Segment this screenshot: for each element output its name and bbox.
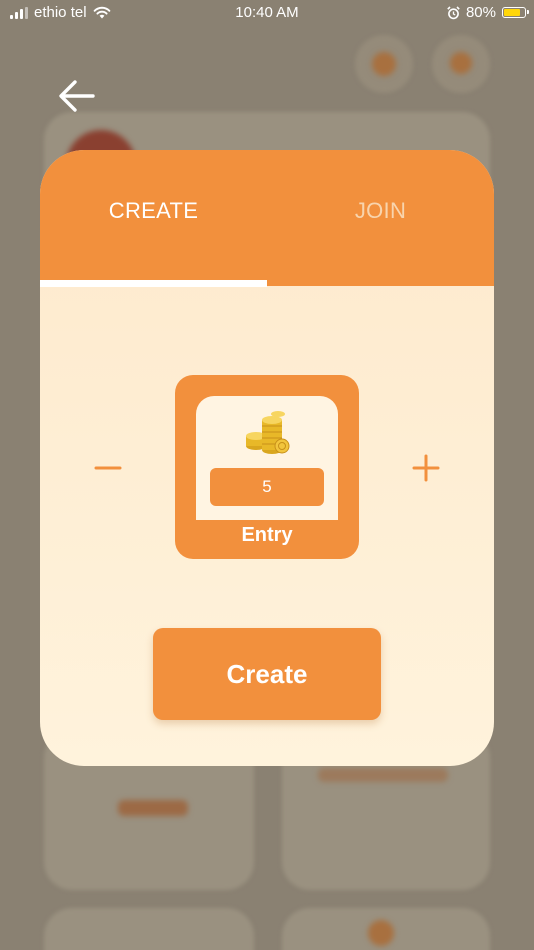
tab-create[interactable]: CREATE: [40, 150, 267, 286]
tab-join[interactable]: JOIN: [267, 150, 494, 286]
entry-value: 5: [210, 468, 324, 506]
background-bar: [118, 800, 188, 816]
background-dot: [450, 52, 472, 74]
entry-card-inner: 5: [196, 396, 338, 520]
gold-coins-icon: [246, 411, 290, 454]
background-dot: [368, 920, 394, 946]
background-bar: [318, 768, 448, 782]
back-button[interactable]: [55, 74, 99, 118]
battery-percent: 80%: [465, 4, 496, 21]
entry-card: 5 Entry: [175, 375, 359, 559]
decrement-button[interactable]: [90, 450, 126, 486]
create-button[interactable]: Create: [153, 628, 381, 720]
plus-icon: [412, 454, 440, 482]
alarm-icon: [447, 5, 460, 19]
active-tab-indicator: [40, 280, 267, 287]
background-card: [44, 908, 254, 950]
create-join-modal: CREATE JOIN 5 Entry Create: [40, 150, 494, 766]
minus-icon: [94, 466, 122, 470]
arrow-left-icon: [59, 80, 95, 112]
increment-button[interactable]: [408, 450, 444, 486]
battery-level: [504, 9, 520, 16]
battery-icon: [502, 7, 529, 18]
status-bar: ethio tel 10:40 AM 80%: [0, 0, 534, 26]
tab-bar: CREATE JOIN: [40, 150, 494, 286]
background-dot: [372, 52, 396, 76]
entry-label: Entry: [241, 524, 293, 546]
status-right: 80%: [447, 4, 529, 21]
